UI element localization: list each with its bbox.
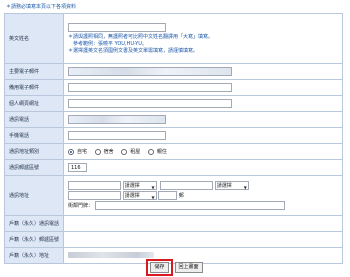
address-road-input[interactable] — [68, 191, 121, 200]
submit-button[interactable]: 儲存 — [150, 262, 169, 273]
row-postal-code: 通訊郵遞區號 116 — [4, 159, 343, 176]
radio-option-home[interactable]: 自宅 — [68, 148, 90, 155]
address-lane-input[interactable] — [158, 191, 178, 200]
row-address: 通訊地址 請選擇 ▼ 請選擇 ▼ 請選擇 ▼ 郵 街鄰門牌： — [4, 175, 343, 216]
label-main-email: 主要電子郵件 — [4, 63, 64, 80]
radio-option-relative[interactable]: 親住 — [147, 148, 170, 155]
address-district-input[interactable] — [160, 181, 214, 190]
label-english-name: 英文姓名 — [4, 13, 64, 64]
student-info-form: 英文姓名 ＊請與護照相同，無護照者可比照中文姓名翻譯用「大寫」填寫。 參考範例：… — [4, 13, 343, 264]
address-city-input[interactable] — [68, 181, 121, 190]
address-postal-suffix: 郵 — [178, 193, 184, 199]
english-name-note-3: ＊選擇護英文名須國例文書及英文單需填寫，請謹慎填寫。 — [68, 47, 199, 54]
label-postal-code: 通訊郵遞區號 — [4, 159, 64, 176]
radio-home[interactable] — [68, 148, 74, 155]
radio-option-rent[interactable]: 租屋 — [121, 148, 143, 155]
address-road-select[interactable]: 請選擇 ▼ — [122, 191, 157, 200]
label-household-postal: 戶籍（永久）郵遞區號 — [4, 231, 64, 248]
action-bar: 儲存 回上畫面 — [0, 259, 350, 276]
radio-relative[interactable] — [147, 148, 154, 155]
backup-email-input[interactable] — [68, 83, 232, 92]
household-address-value — [68, 252, 154, 259]
mobile-input[interactable] — [68, 131, 166, 140]
row-personal-site: 個人網頁網址 — [4, 95, 343, 112]
label-address-type: 通訊地址類別 — [4, 143, 64, 160]
row-address-type: 通訊地址類別 自宅 宿舍 租屋 親住 — [4, 143, 343, 160]
label-mobile: 手機電話 — [4, 127, 64, 144]
radio-rent[interactable] — [121, 148, 128, 155]
address-city-select[interactable]: 請選擇 ▼ — [122, 181, 157, 190]
label-contact-phone: 通訊電話 — [4, 111, 64, 128]
main-email-input[interactable] — [68, 67, 232, 76]
top-note: ＊請務必填寫本頁以下各項資料 — [6, 4, 77, 10]
row-main-email: 主要電子郵件 — [4, 63, 343, 80]
address-hint-label: 街鄰門牌： — [68, 203, 94, 209]
row-household-phone: 戶籍（永久）通訊電話 — [4, 215, 343, 232]
household-postal-value — [63, 231, 343, 248]
row-household-postal: 戶籍（永久）郵遞區號 — [4, 231, 343, 248]
radio-dorm[interactable] — [94, 148, 101, 155]
row-english-name: 英文姓名 ＊請與護照相同，無護照者可比照中文姓名翻譯用「大寫」填寫。 參考範例：… — [4, 13, 343, 64]
household-phone-value — [63, 215, 343, 232]
english-name-note-2: 參考範例：張曉平 YOU,HU-YU。 — [68, 40, 147, 47]
english-name-note-1: ＊請與護照相同，無護照者可比照中文姓名翻譯用「大寫」填寫。 — [68, 33, 214, 40]
personal-site-input[interactable] — [68, 99, 232, 108]
submit-highlight: 儲存 — [146, 259, 173, 276]
radio-option-dorm[interactable]: 宿舍 — [94, 148, 117, 155]
label-personal-site: 個人網頁網址 — [4, 95, 64, 112]
chevron-down-icon: ▼ — [151, 195, 155, 200]
row-contact-phone: 通訊電話 — [4, 111, 343, 128]
label-address: 通訊地址 — [4, 175, 64, 216]
english-name-input[interactable] — [68, 22, 166, 32]
back-button[interactable]: 回上畫面 — [174, 262, 203, 273]
chevron-down-icon: ▼ — [243, 185, 247, 190]
address-district-select[interactable]: 請選擇 ▼ — [214, 181, 249, 190]
row-mobile: 手機電話 — [4, 127, 343, 144]
label-backup-email: 備用電子郵件 — [4, 79, 64, 96]
row-backup-email: 備用電子郵件 — [4, 79, 343, 96]
label-household-phone: 戶籍（永久）通訊電話 — [4, 215, 64, 232]
address-detail-input[interactable] — [94, 201, 285, 210]
postal-code-input[interactable]: 116 — [68, 163, 87, 172]
contact-phone-input[interactable] — [68, 115, 166, 124]
